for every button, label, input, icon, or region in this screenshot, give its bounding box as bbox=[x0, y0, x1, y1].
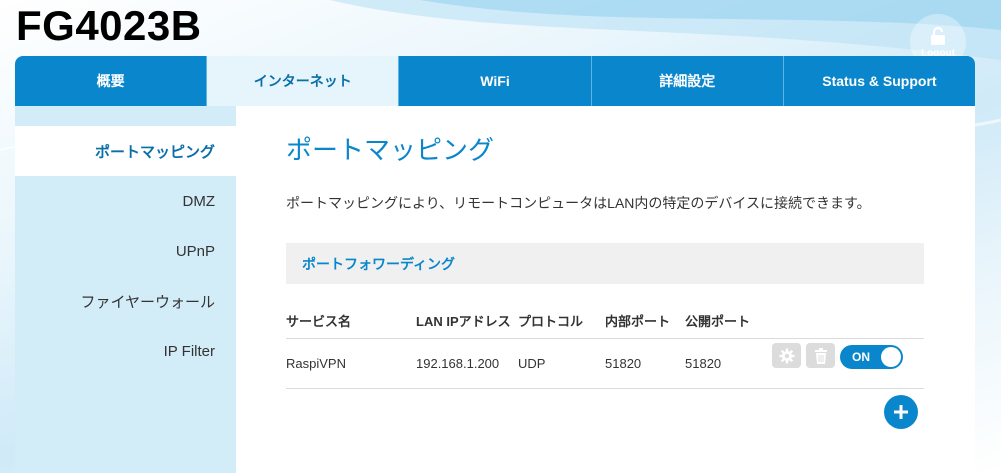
cell-service: RaspiVPN bbox=[286, 356, 346, 371]
device-title: FG4023B bbox=[16, 2, 202, 49]
column-header-lan-ip: LAN IPアドレス bbox=[416, 314, 511, 329]
cell-lan-ip: 192.168.1.200 bbox=[416, 356, 500, 371]
sidebar: ポートマッピング DMZ UPnP ファイヤーウォール IP Filter bbox=[15, 106, 236, 473]
table-header: サービス名 LAN IPアドレス プロトコル 内部ポート 公開ポート bbox=[286, 311, 924, 339]
sidebar-item-firewall[interactable]: ファイヤーウォール bbox=[15, 276, 236, 326]
sidebar-item-ip-filter[interactable]: IP Filter bbox=[15, 326, 236, 376]
rule-enabled-toggle[interactable]: ON bbox=[840, 345, 903, 369]
cell-internal-port: 51820 bbox=[605, 356, 642, 371]
column-header-internal-port: 内部ポート bbox=[605, 314, 671, 329]
sidebar-item-port-mapping[interactable]: ポートマッピング bbox=[15, 126, 236, 176]
tab-overview[interactable]: 概要 bbox=[15, 56, 208, 106]
unlock-icon bbox=[931, 26, 945, 45]
toggle-knob bbox=[881, 347, 901, 367]
main-nav: 概要 インターネット WiFi 詳細設定 Status & Support bbox=[15, 56, 975, 106]
tab-internet[interactable]: インターネット bbox=[207, 56, 400, 106]
sidebar-item-upnp[interactable]: UPnP bbox=[15, 226, 236, 276]
cell-protocol: UDP bbox=[518, 356, 546, 371]
page-title: ポートマッピング bbox=[286, 135, 495, 165]
page-description: ポートマッピングにより、リモートコンピュータはLAN内の特定のデバイスに接続でき… bbox=[286, 195, 871, 211]
cell-public-port: 51820 bbox=[685, 356, 722, 371]
toggle-label: ON bbox=[852, 350, 870, 364]
sidebar-item-dmz[interactable]: DMZ bbox=[15, 176, 236, 226]
main-content: ポートマッピング ポートマッピングにより、リモートコンピュータはLAN内の特定の… bbox=[236, 106, 975, 473]
table-row: RaspiVPN 192.168.1.200 UDP 51820 51820 O… bbox=[286, 339, 924, 389]
tab-wifi[interactable]: WiFi bbox=[399, 56, 592, 106]
column-header-public-port: 公開ポート bbox=[685, 314, 751, 329]
section-header-port-forwarding: ポートフォワーディング bbox=[286, 243, 924, 284]
plus-icon bbox=[894, 405, 908, 419]
column-header-service: サービス名 bbox=[286, 314, 352, 329]
edit-rule-button[interactable] bbox=[772, 343, 801, 368]
gear-icon bbox=[779, 348, 794, 363]
tab-status-support[interactable]: Status & Support bbox=[783, 56, 975, 106]
tab-advanced-settings[interactable]: 詳細設定 bbox=[591, 56, 784, 106]
column-header-protocol: プロトコル bbox=[518, 314, 584, 329]
trash-icon bbox=[814, 347, 827, 364]
add-rule-button[interactable] bbox=[884, 395, 918, 429]
delete-rule-button[interactable] bbox=[806, 343, 835, 368]
